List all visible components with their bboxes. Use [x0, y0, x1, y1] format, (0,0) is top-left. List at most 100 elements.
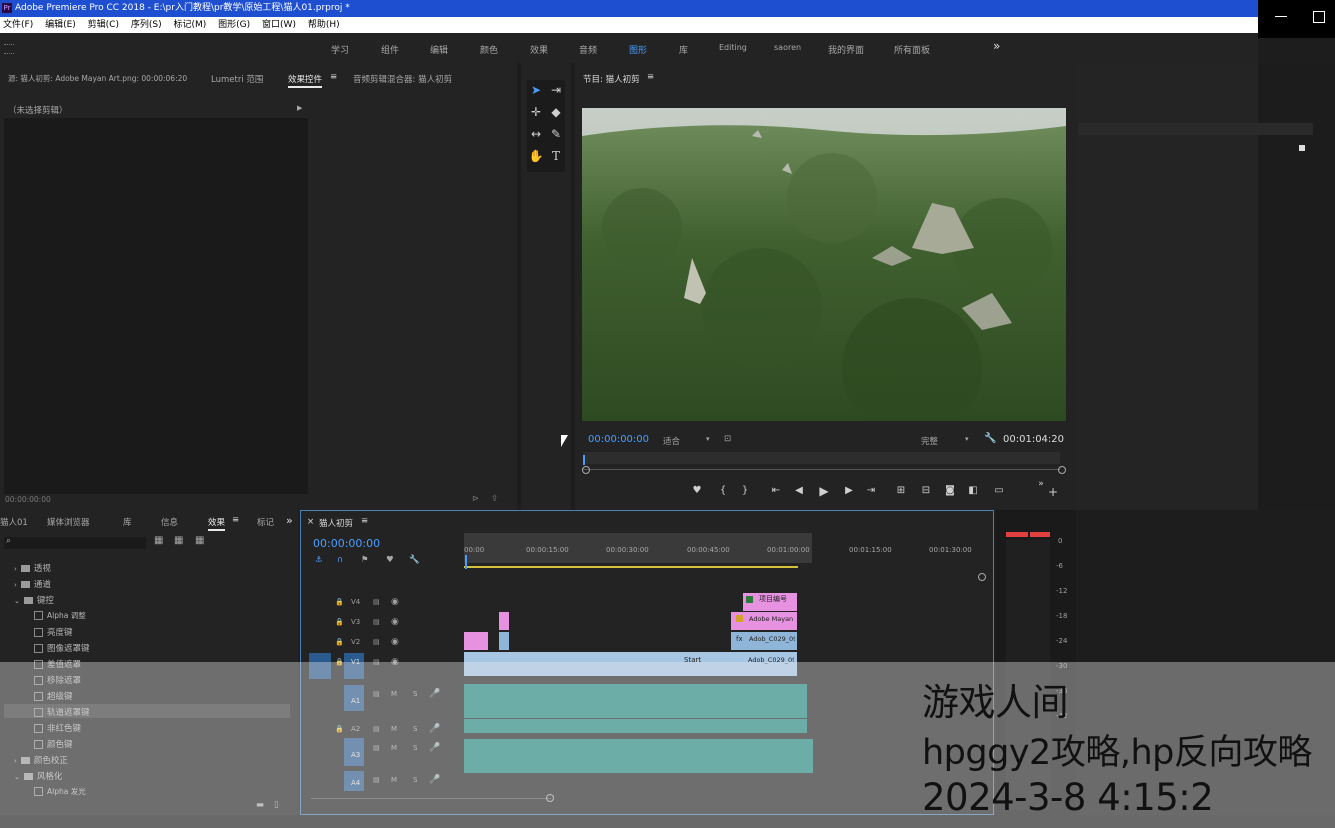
tab-markers[interactable]: 标记	[257, 516, 274, 528]
track-select-tool-icon[interactable]: ⇥	[547, 81, 565, 99]
workspace-my-layout[interactable]: 我的界面	[828, 43, 864, 56]
clip-v2-video[interactable]	[499, 632, 509, 650]
razor-tool-icon[interactable]: ◆	[547, 103, 565, 121]
lift-icon[interactable]: ⊞	[893, 485, 909, 496]
workspace-effects[interactable]: 效果	[530, 43, 548, 56]
effects-menu-icon[interactable]: ≡	[232, 515, 239, 525]
workspace-libraries[interactable]: 库	[679, 43, 688, 56]
effects-tree-item[interactable]: ⌄ 键控	[14, 594, 54, 606]
effects-tree-item[interactable]: › 透视	[14, 562, 51, 574]
more-tabs-icon[interactable]: »	[286, 514, 293, 527]
tab-lumetri-scopes[interactable]: Lumetri 范围	[211, 73, 263, 85]
workspace-graphics[interactable]: 图形	[629, 43, 647, 56]
workspace-assembly[interactable]: 组件	[381, 43, 399, 56]
go-to-in-icon[interactable]: ⇤	[768, 485, 784, 496]
extract-icon[interactable]: ⊟	[918, 485, 934, 496]
sync-lock-icon[interactable]: ▤	[373, 598, 380, 606]
menu-help[interactable]: 帮助(H)	[308, 17, 340, 33]
workspace-saoren[interactable]: saoren	[774, 43, 801, 52]
fit-dropdown-chevron-icon[interactable]: ▾	[706, 435, 710, 443]
program-menu-icon[interactable]: ≡	[647, 72, 654, 82]
toggle-output-icon[interactable]: ◉	[391, 637, 399, 647]
tab-project[interactable]: 猫人01	[0, 516, 28, 528]
add-marker-timeline-icon[interactable]: ♥	[386, 555, 394, 565]
toggle-output-icon[interactable]: ◉	[391, 617, 399, 627]
export-frame-icon[interactable]: ◙	[942, 485, 958, 496]
clip-v2-small[interactable]	[464, 632, 488, 650]
tab-info[interactable]: 信息	[161, 516, 178, 528]
snap-icon[interactable]: ∩	[337, 555, 343, 565]
tab-audio-clip-mixer[interactable]: 音频剪辑混合器: 猫人初剪	[353, 73, 452, 85]
linked-selection-icon[interactable]: ⚑	[361, 555, 369, 565]
comparison-view-icon[interactable]: ◧	[965, 485, 981, 496]
program-monitor-title[interactable]: 节目: 猫人初剪	[583, 73, 640, 85]
close-sequence-icon[interactable]: ×	[307, 517, 314, 527]
filter-icon[interactable]: ⊳	[472, 494, 479, 504]
settings-icon[interactable]: ⊡	[724, 434, 731, 444]
sync-lock-icon[interactable]: ▤	[373, 638, 380, 646]
workspace-more-icon[interactable]: »	[993, 39, 1000, 53]
mark-out-icon[interactable]: }	[737, 485, 753, 496]
zoom-scrollbar[interactable]	[583, 469, 1060, 470]
menu-marker[interactable]: 标记(M)	[173, 17, 206, 33]
tab-source[interactable]: 源: 猫人初剪: Adobe Mayan Art.png: 00:00:06:2…	[8, 73, 187, 84]
program-timecode[interactable]: 00:00:00:00	[588, 434, 649, 445]
vertical-scroll-handle[interactable]	[978, 573, 986, 581]
type-tool-icon[interactable]: T	[547, 147, 565, 165]
ripple-edit-tool-icon[interactable]: ✛	[527, 103, 545, 121]
button-editor-icon[interactable]: +	[1045, 485, 1061, 499]
panel-resize-icon[interactable]	[1299, 145, 1305, 151]
menu-sequence[interactable]: 序列(S)	[131, 17, 162, 33]
effects-search-input[interactable]	[4, 537, 146, 549]
quality-dropdown[interactable]: 完整	[921, 435, 938, 447]
quality-dropdown-chevron-icon[interactable]: ▾	[965, 435, 969, 443]
hand-tool-icon[interactable]: ✋	[527, 147, 545, 165]
selection-tool-icon[interactable]: ➤	[527, 81, 545, 99]
workspace-all-panels[interactable]: 所有面板	[894, 43, 930, 56]
tab-media-browser[interactable]: 媒体浏览器	[47, 516, 90, 528]
sync-lock-icon[interactable]: ▤	[373, 618, 380, 626]
play-icon[interactable]: ▶	[816, 484, 832, 498]
mark-in-icon[interactable]: {	[715, 485, 731, 496]
timeline-settings-icon[interactable]: 🔧	[409, 555, 420, 565]
vr-video-icon[interactable]: ▭	[991, 485, 1007, 496]
maximize-icon[interactable]	[1313, 11, 1325, 23]
lock-icon[interactable]: 🔒	[335, 618, 344, 626]
workspace-editing[interactable]: Editing	[719, 43, 747, 52]
yuv-effects-icon[interactable]: ▦	[195, 535, 204, 546]
zoom-handle-right[interactable]	[1058, 466, 1066, 474]
zoom-handle-left[interactable]	[582, 466, 590, 474]
effects-tree-item[interactable]: 亮度键	[34, 626, 73, 638]
workspace-audio[interactable]: 音频	[579, 43, 597, 56]
export-icon[interactable]: ⇪	[491, 494, 498, 504]
workspace-learn[interactable]: 学习	[331, 43, 349, 56]
toggle-output-icon[interactable]: ◉	[391, 597, 399, 607]
pen-tool-icon[interactable]: ✎	[547, 125, 565, 143]
tab-effects[interactable]: 效果	[208, 516, 226, 531]
clip-v3-image[interactable]: Adobe Mayan Art	[731, 612, 797, 630]
workspace-color[interactable]: 颜色	[480, 43, 498, 56]
tab-libraries[interactable]: 库	[123, 516, 132, 528]
work-area-bar[interactable]	[464, 566, 798, 568]
menu-edit[interactable]: 编辑(E)	[45, 17, 76, 33]
program-time-ruler[interactable]	[583, 452, 1060, 464]
effects-tree-item[interactable]: › 通道	[14, 578, 51, 590]
clip-v2-end[interactable]: fx Adob_C029_092	[731, 632, 797, 650]
step-back-icon[interactable]: ◀	[791, 485, 807, 496]
nest-toggle-icon[interactable]: ⚓	[315, 555, 323, 565]
menu-clip[interactable]: 剪辑(C)	[88, 17, 119, 33]
timeline-playhead[interactable]	[465, 555, 467, 569]
lock-icon[interactable]: 🔒	[335, 598, 344, 606]
panel-menu-icon[interactable]: ≡	[330, 72, 337, 82]
effects-tree-item[interactable]: 图像遮罩键	[34, 642, 90, 654]
workspace-editing-cn[interactable]: 编辑	[430, 43, 448, 56]
home-grip-icon[interactable]	[4, 44, 14, 54]
clip-v4-title[interactable]: 项目编号	[743, 593, 797, 611]
menu-file[interactable]: 文件(F)	[3, 17, 33, 33]
fit-dropdown[interactable]: 适合	[663, 435, 680, 447]
add-marker-icon[interactable]: ♥	[689, 485, 705, 496]
wrench-icon[interactable]: 🔧	[984, 433, 996, 444]
minimize-icon[interactable]	[1275, 16, 1287, 17]
menu-graphics[interactable]: 图形(G)	[218, 17, 250, 33]
timeline-timecode[interactable]: 00:00:00:00	[313, 537, 380, 550]
